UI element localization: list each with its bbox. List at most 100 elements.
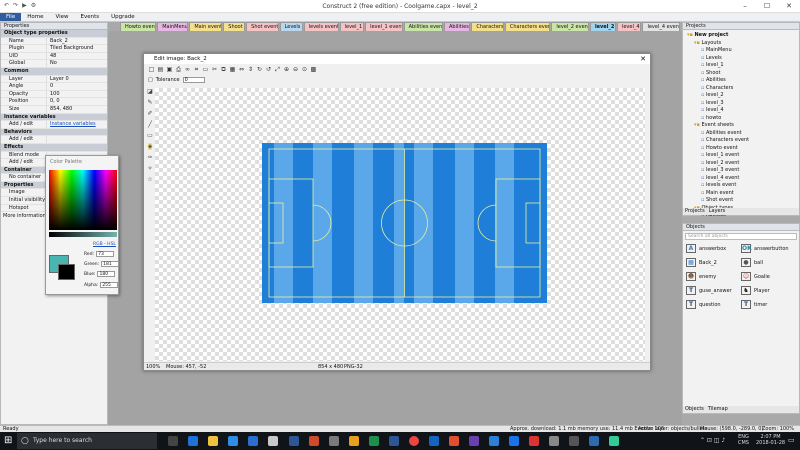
background-icon[interactable]: ▩ xyxy=(310,66,317,73)
object-item[interactable]: ● ball xyxy=(741,258,796,267)
flip-vertical-icon[interactable]: ⇕ xyxy=(247,66,254,73)
crop-icon[interactable]: ⌗ xyxy=(193,66,200,73)
doc-tab[interactable]: MainMenu xyxy=(157,22,189,31)
tree-item[interactable]: ▫ level_3 event xyxy=(685,167,797,175)
property-section[interactable]: Object type properties xyxy=(1,30,107,38)
doc-tab[interactable]: Levels xyxy=(279,22,303,31)
property-row[interactable]: Global No xyxy=(1,60,107,68)
zoom-reset-icon[interactable]: ⊙ xyxy=(301,66,308,73)
doc-tab[interactable]: Abilities event xyxy=(403,22,444,31)
app-icon[interactable] xyxy=(268,436,278,446)
word-icon[interactable] xyxy=(289,436,299,446)
tree-item[interactable]: ▫ Characters event xyxy=(685,137,797,145)
tab-layers[interactable]: Layers xyxy=(709,208,726,215)
alpha-input[interactable]: 255 xyxy=(100,282,119,288)
ribbon-tab-upgrade[interactable]: Upgrade xyxy=(105,13,141,21)
doc-tab[interactable]: Main event xyxy=(189,22,223,31)
app7-icon[interactable] xyxy=(449,436,459,446)
construct-icon[interactable] xyxy=(569,436,579,446)
app11-icon[interactable] xyxy=(549,436,559,446)
ribbon-tab-home[interactable]: Home xyxy=(21,13,49,21)
chrome-icon[interactable] xyxy=(409,436,419,446)
resize-icon[interactable]: ▭ xyxy=(202,66,209,73)
eraser-icon[interactable]: ◪ xyxy=(147,88,153,95)
tree-item[interactable]: ▫ level_2 event xyxy=(685,160,797,168)
doc-tab[interactable]: Characters xyxy=(471,22,504,31)
open-icon[interactable]: ▤ xyxy=(157,66,164,73)
property-value[interactable]: 100 xyxy=(46,90,107,98)
tree-item[interactable]: ▫ Shot event xyxy=(685,197,797,205)
maximize-button[interactable]: ☐ xyxy=(756,0,778,13)
app4-icon[interactable] xyxy=(349,436,359,446)
doc-tab[interactable]: level_4 event xyxy=(642,22,680,31)
blue-input[interactable]: 180 xyxy=(97,271,116,277)
notifications-icon[interactable]: ▭ xyxy=(788,436,795,444)
doc-tab[interactable]: Abilities xyxy=(444,22,471,31)
property-row[interactable]: Size 854, 480 xyxy=(1,105,107,114)
property-row[interactable]: Position 0, 0 xyxy=(1,98,107,106)
tree-item[interactable]: ▫ howto xyxy=(685,115,797,123)
doc-tab[interactable]: Shot event xyxy=(246,22,279,31)
color-slider[interactable] xyxy=(49,232,117,237)
tree-item[interactable]: ▫ level_4 event xyxy=(685,175,797,183)
objects-search-input[interactable]: Search all objects xyxy=(685,233,797,240)
select-icon[interactable]: □ xyxy=(148,77,153,83)
zoom-out-icon[interactable]: ⊖ xyxy=(292,66,299,73)
doc-tab[interactable]: Shoot xyxy=(223,22,246,31)
tree-item[interactable]: ▫ Levels xyxy=(685,55,797,63)
zoom-in-icon[interactable]: ⊕ xyxy=(283,66,290,73)
visual-studio-icon[interactable] xyxy=(469,436,479,446)
ribbon-tab-events[interactable]: Events xyxy=(75,13,106,21)
tree-item[interactable]: ▫ Shoot xyxy=(685,70,797,78)
brush-icon[interactable]: ✐ xyxy=(147,110,152,117)
object-item[interactable]: Ttimer xyxy=(741,300,796,309)
doc-tab[interactable]: level_4 xyxy=(616,22,642,31)
tree-item[interactable]: ▫ Abilities event xyxy=(685,130,797,138)
rectangle-icon[interactable]: ▭ xyxy=(147,132,153,139)
tree-item[interactable]: ▾▪ Event sheets xyxy=(685,122,797,130)
paste-icon[interactable]: ▦ xyxy=(229,66,236,73)
tolerance-input[interactable]: 0 xyxy=(182,76,205,83)
app3-icon[interactable] xyxy=(329,436,339,446)
property-section[interactable]: Effects xyxy=(1,143,107,152)
ribbon-tab-view[interactable]: View xyxy=(49,13,74,21)
tab-objects[interactable]: Objects xyxy=(685,406,704,413)
save-icon[interactable]: ▣ xyxy=(166,66,173,73)
doc-tab[interactable]: level_2 xyxy=(589,22,616,31)
mail-icon[interactable] xyxy=(248,436,258,446)
edge-icon[interactable] xyxy=(188,436,198,446)
tree-item[interactable]: ▫ MainMenu xyxy=(685,47,797,55)
tree-item[interactable]: ▫ level_1 event xyxy=(685,152,797,160)
ribbon-tab-file[interactable]: File xyxy=(0,13,22,21)
tree-item[interactable]: ▫ Abilities xyxy=(685,77,797,85)
property-section[interactable]: Common xyxy=(1,67,107,76)
pencil-icon[interactable]: ✎ xyxy=(147,99,152,106)
rotate-ccw-icon[interactable]: ↺ xyxy=(265,66,272,73)
tray-icons[interactable]: ⌃ ⊡ ◫ ♪ xyxy=(700,437,725,444)
app2-icon[interactable] xyxy=(309,436,319,446)
property-row[interactable]: Opacity 100 xyxy=(1,90,107,99)
rgb-hsl-toggle[interactable]: RGB - HSL xyxy=(93,242,116,247)
tree-item[interactable]: ▾▪ Layouts xyxy=(685,40,797,48)
property-value[interactable]: 854, 480 xyxy=(46,105,107,113)
property-value[interactable]: 0 xyxy=(46,83,107,90)
excel-icon[interactable] xyxy=(369,436,379,446)
tab-projects[interactable]: Projects xyxy=(685,208,705,215)
store-icon[interactable] xyxy=(228,436,238,446)
resize-canvas-icon[interactable]: ⤢ xyxy=(274,66,281,73)
image-canvas[interactable] xyxy=(155,88,645,361)
app8-icon[interactable] xyxy=(489,436,499,446)
property-row[interactable]: Add / edit Instance variables xyxy=(1,121,107,129)
object-item[interactable]: Tquestion xyxy=(686,300,741,309)
windows-start-icon[interactable]: ⊞ xyxy=(4,435,12,446)
tree-item[interactable]: ▫ Howto event xyxy=(685,145,797,153)
background-color-swatch[interactable] xyxy=(58,264,75,280)
green-input[interactable]: 181 xyxy=(101,261,120,267)
tree-item[interactable]: ▫ Characters xyxy=(685,85,797,93)
property-row[interactable]: UID 48 xyxy=(1,52,107,61)
polygon-icon[interactable]: ☆ xyxy=(147,176,152,183)
dialog-close-icon[interactable]: ✕ xyxy=(640,54,646,64)
app9-icon[interactable] xyxy=(509,436,519,446)
property-value[interactable]: Back_2 xyxy=(46,37,107,45)
doc-tab[interactable]: level_2 event xyxy=(551,22,589,31)
